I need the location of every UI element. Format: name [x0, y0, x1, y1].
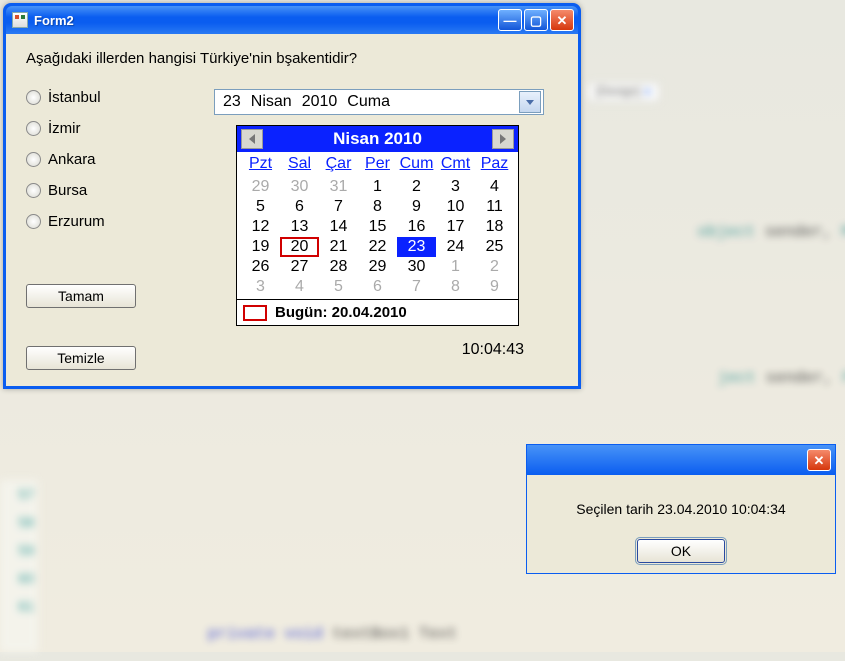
calendar-day[interactable]: 21 — [319, 237, 358, 257]
calendar-day[interactable]: 7 — [397, 277, 436, 297]
radio-ankara[interactable]: Ankara — [26, 151, 186, 168]
radio-group: İstanbul İzmir Ankara Bursa Erzurum — [26, 89, 186, 308]
window-title: Form2 — [34, 13, 498, 28]
radio-erzurum[interactable]: Erzurum — [26, 213, 186, 230]
calendar-dow-header: Çar — [319, 153, 358, 177]
calendar-day[interactable]: 8 — [358, 197, 397, 217]
bg-tab: [Design]● — [587, 82, 660, 102]
calendar-day[interactable]: 16 — [397, 217, 436, 237]
calendar-day[interactable]: 3 — [241, 277, 280, 297]
calendar-dow-header: Sal — [280, 153, 319, 177]
tamam-button[interactable]: Tamam — [26, 284, 136, 308]
calendar-day[interactable]: 30 — [280, 177, 319, 197]
radio-icon — [26, 121, 41, 136]
calendar-day[interactable]: 5 — [319, 277, 358, 297]
calendar-day[interactable]: 19 — [241, 237, 280, 257]
date-combobox[interactable]: 23 Nisan 2010 Cuma — [214, 89, 544, 115]
calendar-day[interactable]: 29 — [241, 177, 280, 197]
calendar-dow-header: Pzt — [241, 153, 280, 177]
calendar-day[interactable]: 22 — [358, 237, 397, 257]
radio-icon — [26, 152, 41, 167]
calendar-day[interactable]: 26 — [241, 257, 280, 277]
month-calendar: Nisan 2010 PztSalÇarPerCumCmtPaz29303112… — [236, 125, 519, 326]
message-box: ✕ Seçilen tarih 23.04.2010 10:04:34 OK — [526, 444, 836, 574]
calendar-day[interactable]: 9 — [475, 277, 514, 297]
timestamp-label: 10:04:43 — [462, 341, 524, 359]
form2-window: Form2 — ▢ ✕ Aşağıdaki illerden hangisi T… — [3, 3, 581, 389]
calendar-day[interactable]: 2 — [475, 257, 514, 277]
calendar-day[interactable]: 11 — [475, 197, 514, 217]
radio-bursa[interactable]: Bursa — [26, 182, 186, 199]
calendar-day[interactable]: 2 — [397, 177, 436, 197]
calendar-day[interactable]: 4 — [475, 177, 514, 197]
chevron-right-icon — [500, 134, 506, 144]
radio-icon — [26, 214, 41, 229]
calendar-day[interactable]: 27 — [280, 257, 319, 277]
calendar-dow-header: Cum — [397, 153, 436, 177]
calendar-day[interactable]: 20 — [280, 237, 319, 257]
calendar-day[interactable]: 4 — [280, 277, 319, 297]
calendar-day[interactable]: 12 — [241, 217, 280, 237]
msgbox-ok-button[interactable]: OK — [637, 539, 725, 563]
calendar-day[interactable]: 31 — [319, 177, 358, 197]
prev-month-button[interactable] — [241, 129, 263, 149]
app-icon — [12, 12, 28, 28]
calendar-dow-header: Cmt — [436, 153, 475, 177]
maximize-button[interactable]: ▢ — [524, 9, 548, 31]
calendar-day[interactable]: 8 — [436, 277, 475, 297]
radio-istanbul[interactable]: İstanbul — [26, 89, 186, 106]
calendar-day[interactable]: 15 — [358, 217, 397, 237]
radio-icon — [26, 183, 41, 198]
calendar-day[interactable]: 13 — [280, 217, 319, 237]
calendar-day[interactable]: 6 — [358, 277, 397, 297]
calendar-day[interactable]: 9 — [397, 197, 436, 217]
radio-icon — [26, 90, 41, 105]
client-area: Aşağıdaki illerden hangisi Türkiye'nin b… — [6, 34, 578, 386]
question-label: Aşağıdaki illerden hangisi Türkiye'nin b… — [26, 50, 560, 67]
calendar-day[interactable]: 29 — [358, 257, 397, 277]
chevron-left-icon — [249, 134, 255, 144]
msgbox-text: Seçilen tarih 23.04.2010 10:04:34 — [555, 501, 807, 517]
bg-gutter: 57 58 59 60 61 — [0, 480, 38, 652]
calendar-day[interactable]: 25 — [475, 237, 514, 257]
calendar-day[interactable]: 28 — [319, 257, 358, 277]
calendar-day[interactable]: 1 — [436, 257, 475, 277]
radio-izmir[interactable]: İzmir — [26, 120, 186, 137]
close-button[interactable]: ✕ — [550, 9, 574, 31]
calendar-day[interactable]: 1 — [358, 177, 397, 197]
calendar-day[interactable]: 10 — [436, 197, 475, 217]
next-month-button[interactable] — [492, 129, 514, 149]
temizle-button[interactable]: Temizle — [26, 346, 136, 370]
calendar-day[interactable]: 6 — [280, 197, 319, 217]
calendar-day[interactable]: 23 — [397, 237, 436, 257]
calendar-day[interactable]: 24 — [436, 237, 475, 257]
minimize-button[interactable]: — — [498, 9, 522, 31]
calendar-day[interactable]: 3 — [436, 177, 475, 197]
calendar-dow-header: Per — [358, 153, 397, 177]
titlebar[interactable]: Form2 — ▢ ✕ — [6, 6, 578, 34]
calendar-day[interactable]: 30 — [397, 257, 436, 277]
dropdown-button[interactable] — [519, 91, 541, 113]
today-indicator-icon — [243, 305, 267, 321]
calendar-day[interactable]: 17 — [436, 217, 475, 237]
calendar-day[interactable]: 14 — [319, 217, 358, 237]
msgbox-close-button[interactable]: ✕ — [807, 449, 831, 471]
calendar-day[interactable]: 18 — [475, 217, 514, 237]
calendar-day[interactable]: 7 — [319, 197, 358, 217]
chevron-down-icon — [526, 100, 534, 105]
calendar-title: Nisan 2010 — [333, 129, 422, 149]
calendar-day[interactable]: 5 — [241, 197, 280, 217]
calendar-dow-header: Paz — [475, 153, 514, 177]
calendar-today-link[interactable]: Bugün: 20.04.2010 — [237, 299, 518, 325]
